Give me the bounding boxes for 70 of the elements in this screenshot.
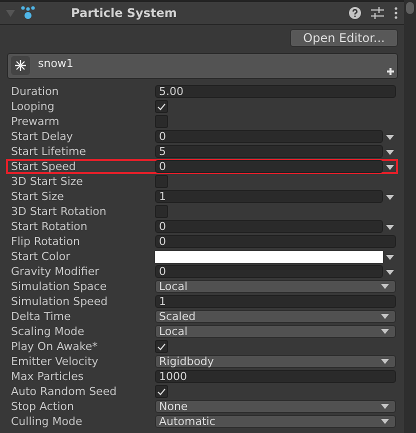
value-field[interactable]: 0 <box>155 160 383 173</box>
more-icon[interactable] <box>394 7 398 19</box>
dropdown[interactable]: Rigidbody <box>155 355 396 368</box>
checkbox[interactable] <box>155 385 168 398</box>
property-label: 3D Start Size <box>11 175 84 188</box>
value-field[interactable]: 0 <box>155 220 383 233</box>
component-title: Particle System <box>71 6 178 20</box>
value-field[interactable]: 0 <box>155 130 383 143</box>
dropdown[interactable]: Local <box>155 280 396 293</box>
caret-icon <box>381 404 389 409</box>
dropdown[interactable]: Automatic <box>155 415 396 428</box>
settings-icon[interactable] <box>371 7 384 19</box>
property-label: Start Delay <box>11 130 74 143</box>
property-label: Prewarm <box>11 115 60 128</box>
property-label: Auto Random Seed <box>11 385 118 398</box>
property-label: Start Rotation <box>11 220 88 233</box>
caret-icon <box>386 255 394 260</box>
value-field[interactable]: 0 <box>155 235 396 248</box>
property-label: Culling Mode <box>11 415 84 428</box>
dropdown[interactable]: Local <box>155 325 396 338</box>
value-field[interactable]: 0 <box>155 265 383 278</box>
property-label: Delta Time <box>11 310 72 323</box>
checkbox[interactable] <box>155 100 168 113</box>
plus-icon[interactable] <box>387 68 394 75</box>
help-icon[interactable] <box>349 7 361 19</box>
caret-icon <box>386 135 394 140</box>
property-label: Start Color <box>11 250 72 263</box>
value-field[interactable]: 1 <box>155 295 396 308</box>
property-label: Looping <box>11 100 56 113</box>
system-header[interactable]: snow1 <box>7 53 398 79</box>
caret-icon <box>381 284 389 289</box>
open-editor-button[interactable]: Open Editor... <box>290 29 398 47</box>
caret-icon <box>386 270 394 275</box>
property-label: Max Particles <box>11 370 85 383</box>
property-label: Flip Rotation <box>11 235 81 248</box>
caret-icon <box>381 419 389 424</box>
property-label: Scaling Mode <box>11 325 86 338</box>
property-label: Duration <box>11 85 60 98</box>
dropdown[interactable]: Scaled <box>155 310 396 323</box>
sparkle-icon <box>15 60 26 71</box>
caret-icon <box>386 225 394 230</box>
checkbox[interactable] <box>155 115 168 128</box>
caret-icon <box>386 195 394 200</box>
checkbox[interactable] <box>155 340 168 353</box>
property-label: Simulation Speed <box>11 295 109 308</box>
caret-icon <box>381 329 389 334</box>
property-label: Start Size <box>11 190 65 203</box>
particles-icon <box>21 6 35 20</box>
checkbox[interactable] <box>155 205 168 218</box>
property-label: Gravity Modifier <box>11 265 100 278</box>
caret-icon <box>386 150 394 155</box>
scrollbar-thumb[interactable] <box>406 2 414 14</box>
caret-icon <box>386 165 394 170</box>
property-label: Emitter Velocity <box>11 355 100 368</box>
caret-icon <box>381 314 389 319</box>
property-label: Start Lifetime <box>11 145 88 158</box>
caret-icon <box>381 359 389 364</box>
property-label: Stop Action <box>11 400 75 413</box>
value-field[interactable]: 1 <box>155 190 383 203</box>
value-field[interactable]: 5 <box>155 145 383 158</box>
value-field[interactable]: 1000 <box>155 370 396 383</box>
system-name: snow1 <box>38 57 74 70</box>
value-field[interactable]: 5.00 <box>155 85 396 98</box>
property-label: Start Speed <box>11 160 77 173</box>
color-swatch[interactable] <box>155 250 383 262</box>
dropdown[interactable]: None <box>155 400 396 413</box>
checkbox[interactable] <box>155 175 168 188</box>
property-label: Play On Awake* <box>11 340 99 353</box>
property-label: Simulation Space <box>11 280 108 293</box>
property-label: 3D Start Rotation <box>11 205 108 218</box>
